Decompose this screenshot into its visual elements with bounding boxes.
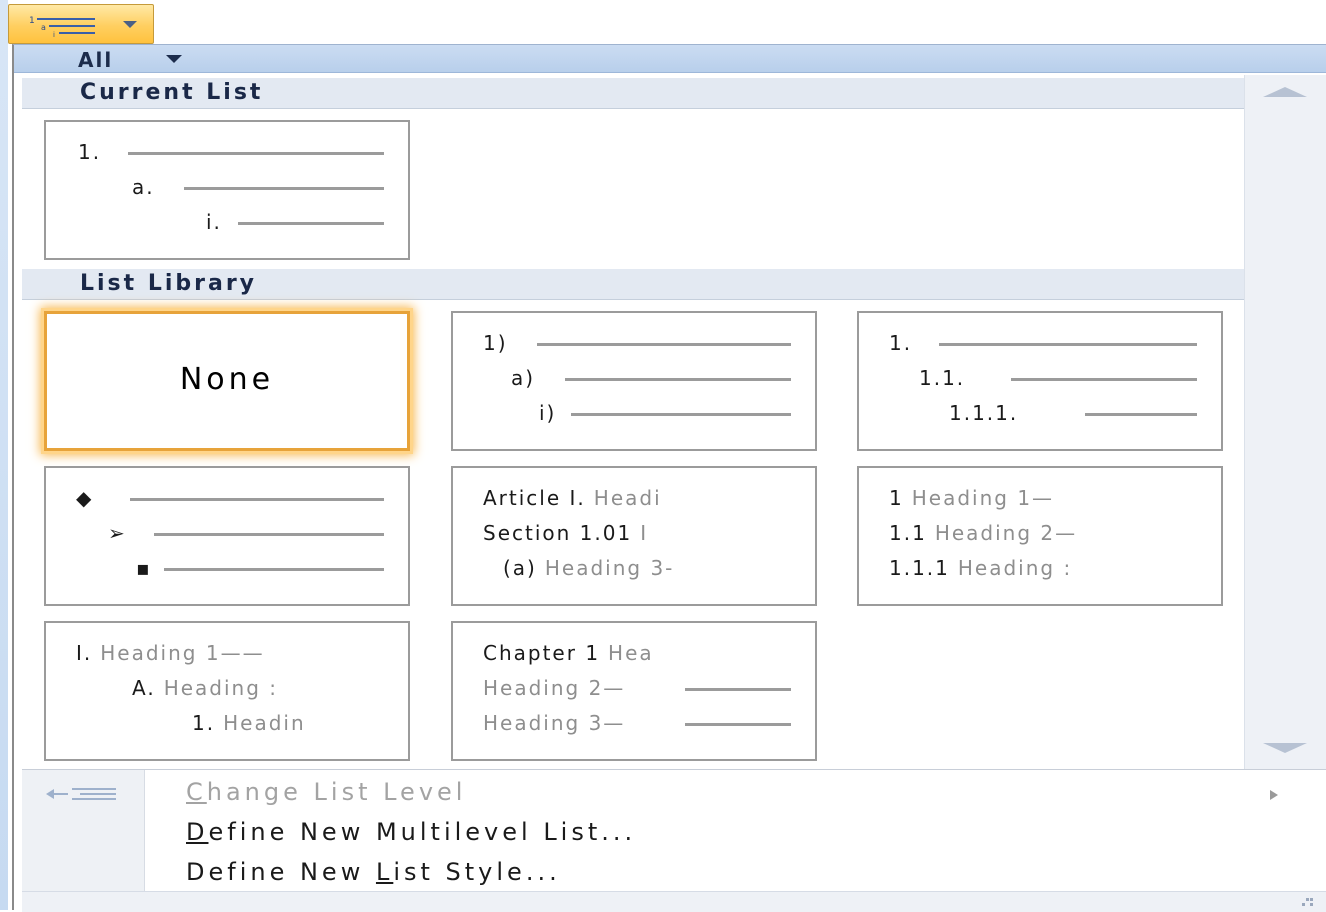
define-new-list-style-menu-item[interactable]: Define New List Style...	[186, 858, 561, 886]
chevron-down-icon[interactable]	[164, 54, 184, 64]
svg-text:1: 1	[29, 16, 35, 26]
list-tile-roman[interactable]: I. Heading 1—— A. Heading : 1. Headin	[44, 621, 410, 761]
scroll-up-icon[interactable]	[1259, 85, 1311, 99]
chevron-right-icon	[1270, 790, 1278, 800]
list-tile-decimal[interactable]: 1. 1.1. 1.1.1.	[857, 311, 1223, 451]
current-list-tile[interactable]: 1. a. i.	[44, 120, 410, 260]
multilevel-list-button[interactable]: 1 a i	[8, 4, 154, 44]
svg-text:i: i	[53, 31, 55, 37]
section-header-library: List Library	[22, 269, 1244, 300]
list-tile-chapter[interactable]: Chapter 1 Hea Heading 2— Heading 3—	[451, 621, 817, 761]
resize-grip-icon[interactable]	[1294, 896, 1314, 908]
scroll-down-icon[interactable]	[1259, 741, 1311, 755]
left-edge	[0, 0, 8, 910]
change-list-level-menu-item[interactable]: Change List Level	[186, 778, 466, 806]
resize-bar[interactable]	[22, 891, 1326, 912]
change-list-level-icon	[46, 788, 116, 800]
multilevel-list-gallery: All Current List 1. a. i. List Library N…	[12, 44, 1326, 912]
list-tile-heading-numbered[interactable]: 1 Heading 1— 1.1 Heading 2— 1.1.1 Heading :	[857, 466, 1223, 606]
list-tile-none[interactable]: None	[44, 311, 410, 451]
gallery-filter-bar[interactable]: All	[14, 45, 1326, 73]
list-tile-bullets[interactable]: ◆ ➢ ▪	[44, 466, 410, 606]
section-header-current: Current List	[22, 78, 1244, 109]
menu-icon-gutter	[22, 770, 145, 892]
filter-label[interactable]: All	[78, 48, 113, 72]
list-tile-article[interactable]: Article I. Headi Section 1.01 I (a) Heading…	[451, 466, 817, 606]
gallery-scrollbar[interactable]	[1244, 75, 1326, 769]
svg-text:a: a	[41, 23, 46, 32]
chevron-down-icon[interactable]	[121, 19, 139, 29]
multilevel-list-icon: 1 a i	[29, 16, 95, 37]
gallery-menu: Change List Level Define New Multilevel …	[22, 769, 1326, 892]
list-tile-paren[interactable]: 1) a) i)	[451, 311, 817, 451]
define-new-multilevel-list-menu-item[interactable]: Define New Multilevel List...	[186, 818, 636, 846]
